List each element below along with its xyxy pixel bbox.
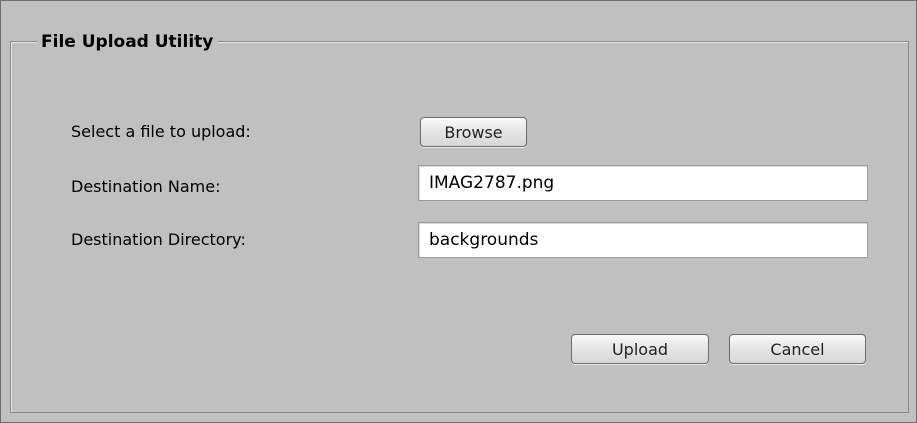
upload-button[interactable]: Upload xyxy=(571,334,709,364)
file-select-label: Select a file to upload: xyxy=(71,122,251,141)
upload-window: File Upload Utility Select a file to upl… xyxy=(0,0,917,423)
destination-directory-field[interactable] xyxy=(418,222,868,258)
cancel-button[interactable]: Cancel xyxy=(729,334,866,364)
destination-name-field[interactable] xyxy=(418,165,868,201)
browse-button[interactable]: Browse xyxy=(420,117,527,147)
dialog-title: File Upload Utility xyxy=(37,31,219,53)
destination-directory-label: Destination Directory: xyxy=(71,230,246,249)
destination-name-label: Destination Name: xyxy=(71,177,221,196)
